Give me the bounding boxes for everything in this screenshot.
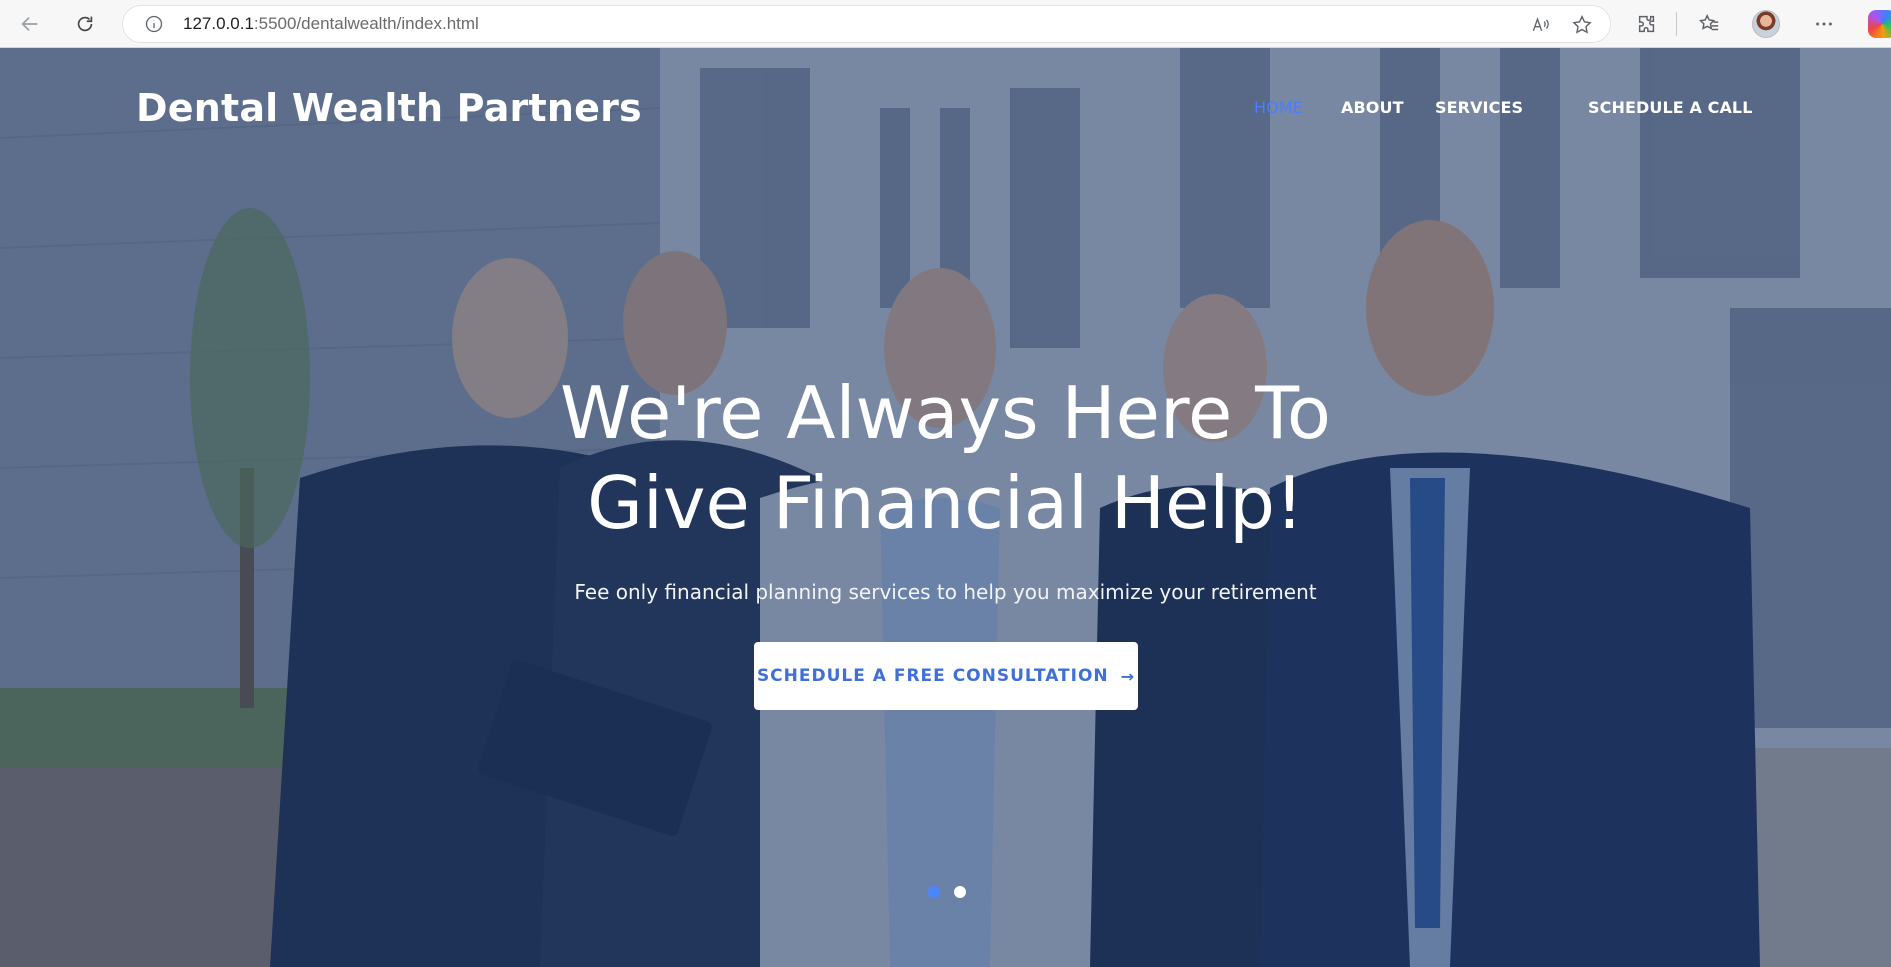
hero-title-line-1: We're Always Here To xyxy=(560,371,1331,455)
hero-section: Dental Wealth Partners HOME ABOUT SERVIC… xyxy=(0,48,1891,967)
address-bar[interactable]: 127.0.0.1:5500/dentalwealth/index.html xyxy=(122,5,1611,43)
slider-dots xyxy=(928,886,966,898)
favorite-star-icon[interactable] xyxy=(1568,11,1596,39)
copilot-icon[interactable] xyxy=(1868,10,1891,38)
read-aloud-icon[interactable] xyxy=(1526,11,1554,39)
cta-label: SCHEDULE A FREE CONSULTATION xyxy=(756,666,1109,686)
favorites-icon xyxy=(1698,14,1719,31)
slider-dot-2[interactable] xyxy=(954,886,966,898)
more-icon xyxy=(1816,22,1832,26)
hero-subtitle: Fee only financial planning services to … xyxy=(574,580,1317,604)
info-icon[interactable] xyxy=(143,13,165,35)
extensions-button[interactable] xyxy=(1627,4,1667,44)
slider-dot-1[interactable] xyxy=(928,886,940,898)
back-icon xyxy=(21,16,38,32)
nav-home[interactable]: HOME xyxy=(1254,98,1303,117)
nav-about[interactable]: ABOUT xyxy=(1341,98,1404,117)
back-button[interactable] xyxy=(10,4,50,44)
reload-button[interactable] xyxy=(65,4,105,44)
toolbar-divider xyxy=(1676,12,1677,36)
extensions-icon xyxy=(1638,15,1655,33)
schedule-consultation-button[interactable]: SCHEDULE A FREE CONSULTATION → xyxy=(754,642,1138,710)
url-host: 127.0.0.1 xyxy=(183,14,254,33)
favorites-button[interactable] xyxy=(1689,4,1729,44)
nav-services[interactable]: SERVICES xyxy=(1435,98,1523,117)
url-text[interactable]: 127.0.0.1:5500/dentalwealth/index.html xyxy=(183,14,479,34)
hero-title-line-2: Give Financial Help! xyxy=(587,461,1304,545)
reload-icon xyxy=(77,16,93,32)
arrow-right-icon: → xyxy=(1120,666,1136,686)
profile-button[interactable] xyxy=(1752,10,1780,38)
avatar xyxy=(1752,10,1780,38)
hero-title: We're Always Here To Give Financial Help… xyxy=(0,368,1891,548)
browser-toolbar: 127.0.0.1:5500/dentalwealth/index.html xyxy=(0,0,1891,48)
main-nav: HOME ABOUT SERVICES SCHEDULE A CALL xyxy=(0,98,1891,122)
url-path: :5500/dentalwealth/index.html xyxy=(253,14,479,33)
more-button[interactable] xyxy=(1804,4,1844,44)
nav-schedule-call[interactable]: SCHEDULE A CALL xyxy=(1588,98,1753,117)
